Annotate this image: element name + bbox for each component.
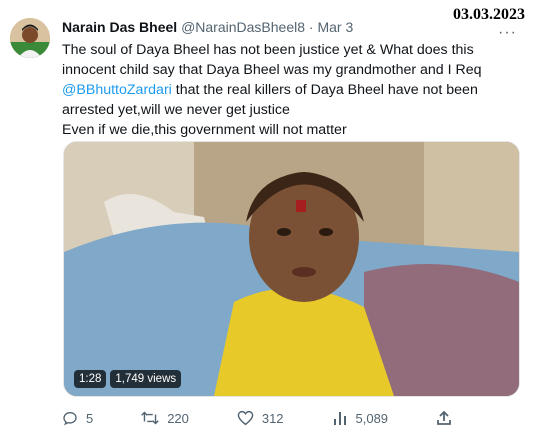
reply-icon: [63, 411, 77, 426]
share-button[interactable]: [436, 410, 452, 426]
heart-icon: [237, 410, 254, 426]
views-icon: [333, 412, 346, 425]
views-count: 5,089: [355, 410, 389, 426]
mention-link[interactable]: @BBhuttoZardari: [62, 82, 172, 98]
video-duration: 1:28: [74, 370, 107, 388]
reply-button[interactable]: 5: [62, 410, 93, 426]
tweet-header: Narain Das Bheel @NarainDasBheel8 · Mar …: [62, 19, 517, 39]
author-handle[interactable]: @NarainDasBheel8: [181, 19, 305, 35]
author-name[interactable]: Narain Das Bheel: [62, 19, 177, 35]
action-bar: 5 220 312 5,089: [62, 406, 452, 430]
tweet-line: innocent child say that Daya Bheel was m…: [62, 62, 482, 78]
tweet-line: arrested yet,will we never get justice: [62, 102, 290, 118]
video-info: 1:28 1,749 views: [74, 370, 182, 388]
separator: ·: [308, 19, 314, 35]
like-count: 312: [261, 410, 284, 426]
tweet-text: The soul of Daya Bheel has not been just…: [62, 40, 522, 140]
like-button[interactable]: 312: [237, 410, 284, 426]
tweet-date[interactable]: Mar 3: [317, 19, 353, 35]
video-thumbnail: [64, 142, 519, 396]
retweet-icon: [141, 411, 159, 425]
tweet-line-rest: that the real killers of Daya Bheel have…: [171, 82, 478, 98]
avatar[interactable]: [10, 18, 50, 58]
video-player[interactable]: 1:28 1,749 views: [63, 141, 520, 397]
tweet-line: @BBhuttoZardari that the real killers of…: [62, 80, 522, 100]
views-button[interactable]: 5,089: [332, 410, 389, 426]
tweet-line: Even if we die,this government will not …: [62, 122, 347, 138]
reply-count: 5: [86, 410, 94, 426]
video-views: 1,749 views: [110, 370, 182, 388]
tweet-line: The soul of Daya Bheel has not been just…: [62, 42, 474, 58]
retweet-count: 220: [167, 410, 189, 426]
share-icon: [437, 410, 451, 425]
retweet-button[interactable]: 220: [141, 410, 189, 426]
